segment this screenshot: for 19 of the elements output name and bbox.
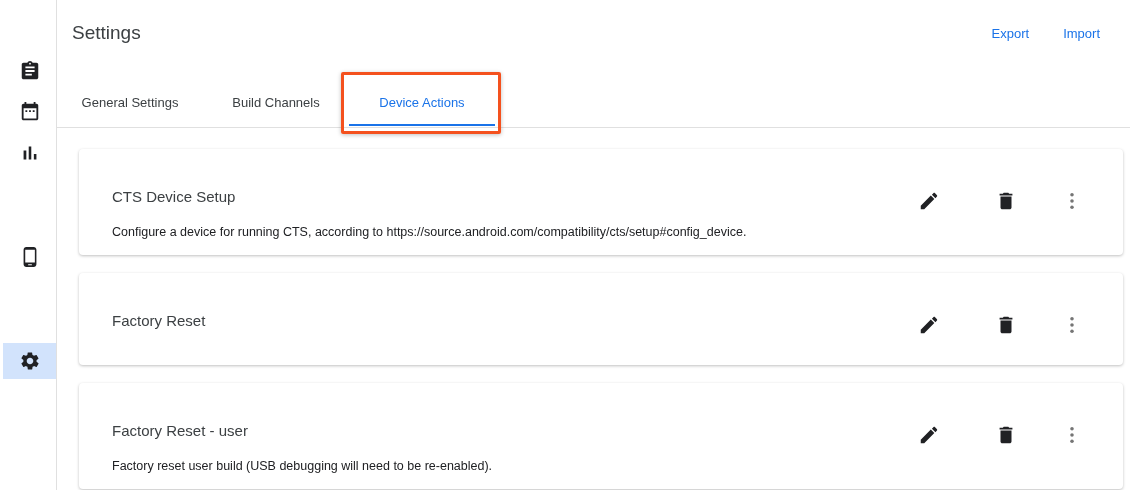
page-title: Settings	[72, 21, 141, 44]
pencil-icon	[918, 190, 940, 212]
action-description: Factory reset user build (USB debugging will need to be re-enabled).	[112, 458, 494, 475]
header-link-button[interactable]: Export	[974, 18, 1047, 49]
tab[interactable]: General Settings	[57, 80, 203, 126]
tab[interactable]: Device Actions	[349, 80, 495, 126]
action-title: CTS Device Setup	[112, 187, 237, 207]
action-title: Factory Reset - user	[112, 421, 249, 441]
action-description: Configure a device for running CTS, according to https://source.android.com/compatibility/cts/setup#config_device.	[112, 224, 748, 241]
header-link-button[interactable]: Import	[1046, 18, 1117, 49]
settings-icon	[18, 350, 41, 372]
pencil-icon	[918, 314, 940, 336]
more-vert-icon	[1070, 427, 1074, 443]
action-title: Factory Reset	[112, 311, 207, 331]
pencil-icon	[918, 424, 940, 446]
sidebar-item[interactable]	[3, 343, 56, 379]
tab[interactable]: Build Channels	[203, 80, 349, 126]
more-vert-icon	[1070, 317, 1074, 333]
more-vert-icon	[1070, 193, 1074, 209]
